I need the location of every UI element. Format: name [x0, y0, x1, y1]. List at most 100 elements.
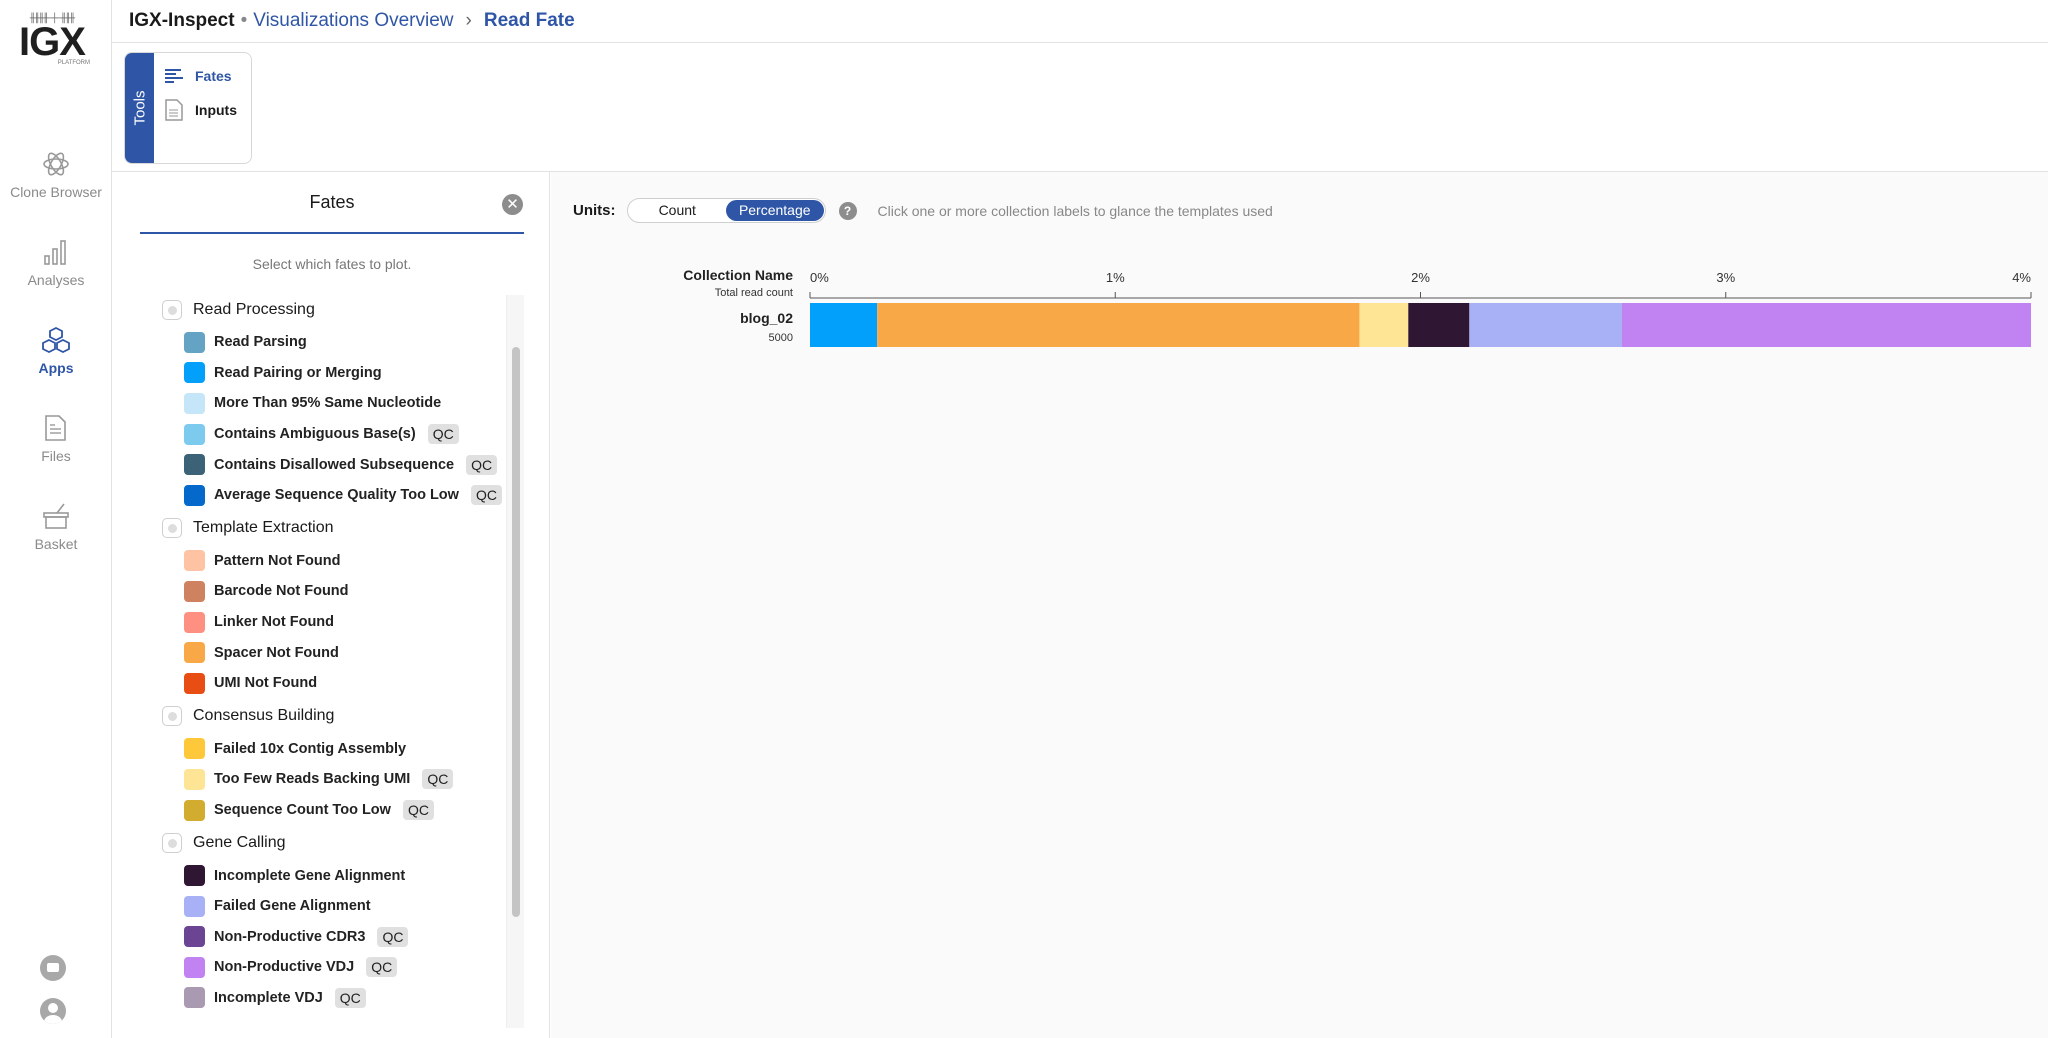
fate-item[interactable]: Contains Ambiguous Base(s) QC	[184, 419, 522, 450]
axis-header: Collection Name	[683, 267, 793, 283]
fate-item[interactable]: Non-Productive CDR3 QC	[184, 922, 522, 953]
bar-chart-icon	[0, 238, 112, 266]
tools-card: Tools Fates Inputs	[124, 52, 252, 164]
file-icon	[0, 414, 112, 442]
qc-badge: QC	[466, 454, 498, 475]
color-swatch	[184, 484, 205, 506]
tools-tab[interactable]: Tools	[125, 53, 154, 163]
fate-item[interactable]: Linker Not Found	[184, 607, 522, 638]
color-swatch	[184, 895, 205, 917]
fate-item[interactable]: Incomplete VDJ QC	[184, 983, 522, 1014]
bar-segment[interactable]	[1621, 303, 2031, 347]
panel-hint: Select which fates to plot.	[252, 256, 412, 272]
qc-badge: QC	[366, 957, 398, 978]
color-swatch	[184, 454, 205, 476]
fates-list: Read Processing Read Parsing Read Pairing …	[112, 292, 522, 1013]
color-swatch	[184, 642, 205, 664]
app-title: IGX-Inspect	[129, 10, 235, 31]
tool-inputs[interactable]: Inputs	[165, 99, 237, 121]
bar-segment[interactable]	[810, 303, 878, 347]
title-underline	[140, 232, 524, 234]
qc-badge: QC	[470, 485, 502, 506]
fate-group[interactable]: Consensus Building	[162, 699, 522, 734]
color-swatch	[184, 768, 205, 790]
group-checkbox[interactable]	[162, 706, 182, 727]
qc-badge: QC	[334, 987, 366, 1008]
qc-badge: QC	[402, 800, 434, 821]
fate-item[interactable]: Failed 10x Contig Assembly	[184, 734, 522, 765]
x-tick-label: 4%	[2012, 270, 2031, 285]
breadcrumb-visualizations[interactable]: Visualizations Overview	[253, 10, 453, 32]
qc-badge: QC	[427, 424, 459, 445]
fates-panel: Fates ✕ Select which fates to plot. Read…	[112, 172, 550, 1038]
color-swatch	[184, 550, 205, 572]
fate-item[interactable]: Incomplete Gene Alignment	[184, 860, 522, 891]
bar-segment[interactable]	[877, 303, 1360, 347]
x-tick-label: 0%	[810, 270, 829, 285]
toolbar: Tools Fates Inputs	[112, 43, 2048, 172]
cubes-icon	[0, 326, 112, 354]
fate-item[interactable]: Barcode Not Found	[184, 576, 522, 607]
x-tick-label: 1%	[1106, 270, 1125, 285]
collection-label[interactable]: blog_02	[740, 310, 793, 326]
qc-badge: QC	[422, 769, 454, 790]
page-title: Read Fate	[483, 10, 575, 31]
nav-item-apps[interactable]: Apps	[0, 326, 112, 376]
color-swatch	[184, 392, 205, 414]
chat-icon[interactable]	[40, 955, 66, 981]
fate-item[interactable]: Pattern Not Found	[184, 546, 522, 577]
scrollbar-thumb[interactable]	[512, 347, 520, 917]
color-swatch	[184, 738, 205, 760]
nav-item-basket[interactable]: Basket	[0, 502, 112, 552]
bar-segment[interactable]	[1359, 303, 1409, 347]
group-checkbox[interactable]	[162, 299, 182, 320]
color-swatch	[184, 331, 205, 353]
color-swatch	[184, 611, 205, 633]
atom-icon	[0, 150, 112, 178]
color-swatch	[184, 362, 205, 384]
fate-group[interactable]: Read Processing	[162, 292, 522, 327]
nav-item-analyses[interactable]: Analyses	[0, 238, 112, 288]
fate-group[interactable]: Template Extraction	[162, 511, 522, 546]
bar-segment[interactable]	[1408, 303, 1470, 347]
color-swatch	[184, 987, 205, 1009]
fate-item[interactable]: Too Few Reads Backing UMI QC	[184, 764, 522, 795]
nav-item-files[interactable]: Files	[0, 414, 112, 464]
nav-item-clone-browser[interactable]: Clone Browser	[0, 150, 112, 200]
close-icon[interactable]: ✕	[502, 194, 523, 215]
user-avatar-icon[interactable]	[40, 998, 66, 1024]
x-tick-label: 3%	[1716, 270, 1735, 285]
color-swatch	[184, 926, 205, 948]
fate-item[interactable]: Non-Productive VDJ QC	[184, 952, 522, 983]
color-swatch	[184, 799, 205, 821]
fate-group[interactable]: Gene Calling	[162, 825, 522, 860]
document-icon	[165, 99, 183, 121]
panel-title: Fates	[309, 192, 355, 212]
color-swatch	[184, 580, 205, 602]
side-nav: ╫╫╫╫─┼─╫╫╫ IGX PLATFORM Clone Browser Ana…	[0, 0, 112, 1038]
axis-subheader: Total read count	[715, 287, 793, 299]
tool-fates[interactable]: Fates	[165, 68, 232, 84]
x-tick-label: 2%	[1411, 270, 1430, 285]
fate-item[interactable]: Read Pairing or Merging	[184, 358, 522, 389]
group-checkbox[interactable]	[162, 832, 182, 853]
fate-item[interactable]: Failed Gene Alignment	[184, 891, 522, 922]
lines-icon	[165, 69, 183, 83]
fate-item[interactable]: Contains Disallowed Subsequence QC	[184, 449, 522, 480]
group-checkbox[interactable]	[162, 518, 182, 539]
fate-item[interactable]: Average Sequence Quality Too Low QC	[184, 480, 522, 511]
fate-item[interactable]: Read Parsing	[184, 327, 522, 358]
color-swatch	[184, 672, 205, 694]
bar-segment[interactable]	[1469, 303, 1622, 347]
fate-item[interactable]: Sequence Count Too Low QC	[184, 795, 522, 826]
fate-item[interactable]: UMI Not Found	[184, 668, 522, 699]
breadcrumb: IGX-Inspect • Visualizations Overview › …	[112, 0, 2048, 43]
fate-item[interactable]: Spacer Not Found	[184, 637, 522, 668]
scrollbar[interactable]	[506, 295, 524, 1028]
collection-total: 5000	[769, 332, 793, 344]
fate-item[interactable]: More Than 95% Same Nucleotide	[184, 388, 522, 419]
qc-badge: QC	[377, 926, 409, 947]
chart-area: Units: Count Percentage ? Click one or m…	[551, 172, 2048, 1038]
color-swatch	[184, 865, 205, 887]
color-swatch	[184, 423, 205, 445]
